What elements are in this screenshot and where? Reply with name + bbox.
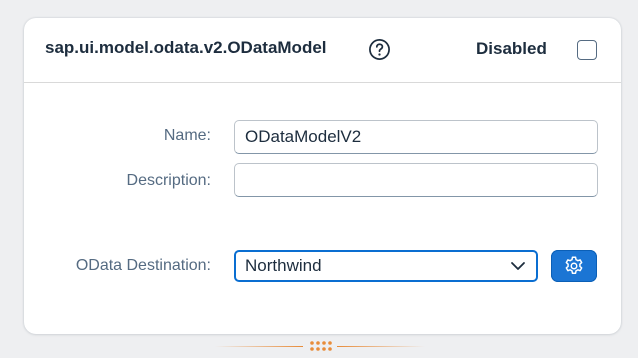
name-input[interactable]: ODataModelV2 (234, 120, 598, 154)
odata-destination-value: Northwind (245, 256, 322, 275)
resize-line-right (337, 346, 425, 347)
description-input[interactable] (234, 163, 598, 197)
card-header: sap.ui.model.odata.v2.ODataModel Disable… (24, 18, 621, 83)
card-title: sap.ui.model.odata.v2.ODataModel (45, 38, 327, 57)
resize-line-left (215, 346, 303, 347)
disabled-checkbox[interactable] (577, 40, 597, 60)
gear-icon (565, 256, 583, 274)
drag-grip-icon (310, 341, 332, 351)
description-label: Description: (126, 172, 211, 189)
destination-settings-button[interactable] (551, 250, 597, 282)
disabled-label: Disabled (476, 39, 547, 58)
name-label: Name: (163, 127, 211, 144)
odata-destination-select[interactable]: Northwind (234, 250, 538, 282)
chevron-down-icon (511, 262, 525, 270)
resize-handle[interactable] (215, 338, 425, 354)
help-icon[interactable] (368, 38, 391, 61)
model-config-card: sap.ui.model.odata.v2.ODataModel Disable… (24, 18, 621, 334)
odata-destination-label: OData Destination: (75, 257, 211, 274)
